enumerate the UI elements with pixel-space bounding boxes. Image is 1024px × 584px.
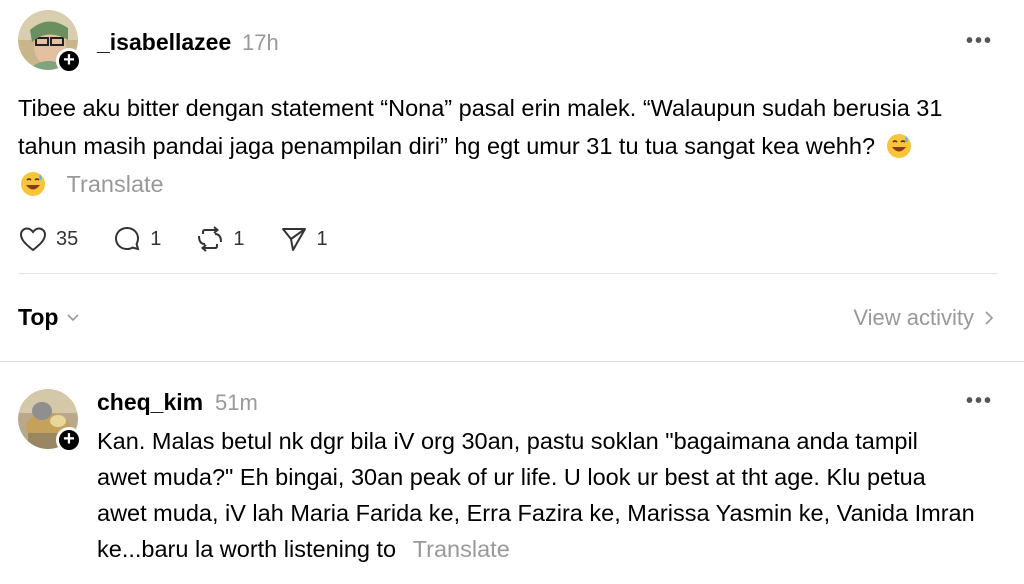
post-text-line-2: tahun masih pandai jaga penampilan diri”… [18,133,876,159]
reply-text: Kan. Malas betul nk dgr bila iV org 30an… [97,423,1007,567]
follow-plus-icon[interactable]: + [56,427,82,453]
like-button[interactable]: 35 [18,224,78,254]
post: + _isabellazee 17h ••• Tibee aku bitter … [0,0,1024,360]
post-username[interactable]: _isabellazee [97,29,231,56]
repost-icon [198,226,223,252]
reply-time: 51m [215,390,258,415]
post-time: 17h [242,30,279,55]
divider [18,273,998,274]
reply-text-line-1: Kan. Malas betul nk dgr bila iV org 30an… [97,428,918,454]
grinning-sweat-emoji-icon [21,172,45,196]
share-count: 1 [316,227,328,250]
grinning-sweat-emoji-icon [886,134,911,158]
translate-link[interactable]: Translate [67,171,164,197]
post-actions: 35 1 1 1 [18,222,362,256]
share-button[interactable]: 1 [279,224,328,254]
reply-text-line-3: awet muda, iV lah Maria Farida ke, Erra … [97,500,975,526]
reply-button[interactable]: 1 [112,224,161,254]
reply-username[interactable]: cheq_kim [97,389,203,416]
send-icon [281,228,306,251]
reply-text-line-2: awet muda?" Eh bingai, 30an peak of ur l… [97,464,926,490]
reply-count: 1 [150,227,162,250]
comment-icon [115,226,140,251]
section-divider [0,361,1024,362]
reply-avatar[interactable]: + [18,389,82,453]
avatar[interactable]: + [18,10,82,74]
chevron-down-icon [67,313,80,321]
view-activity-link[interactable]: View activity [853,305,994,331]
sort-label: Top [18,304,59,330]
chevron-right-icon [985,311,994,325]
sort-dropdown[interactable]: Top [18,304,80,331]
like-count: 35 [56,227,79,250]
reply-text-line-4: ke...baru la worth listening to [97,536,397,562]
post-text: Tibee aku bitter dengan statement “Nona”… [18,89,1008,203]
follow-plus-icon[interactable]: + [56,48,82,74]
translate-link[interactable]: Translate [413,536,510,562]
repost-count: 1 [233,227,245,250]
post-text-line-1: Tibee aku bitter dengan statement “Nona”… [18,95,943,121]
heart-icon [19,227,47,252]
repost-button[interactable]: 1 [195,224,245,254]
more-options-icon[interactable]: ••• [966,390,993,413]
view-activity-label: View activity [853,305,974,330]
more-options-icon[interactable]: ••• [966,30,993,53]
